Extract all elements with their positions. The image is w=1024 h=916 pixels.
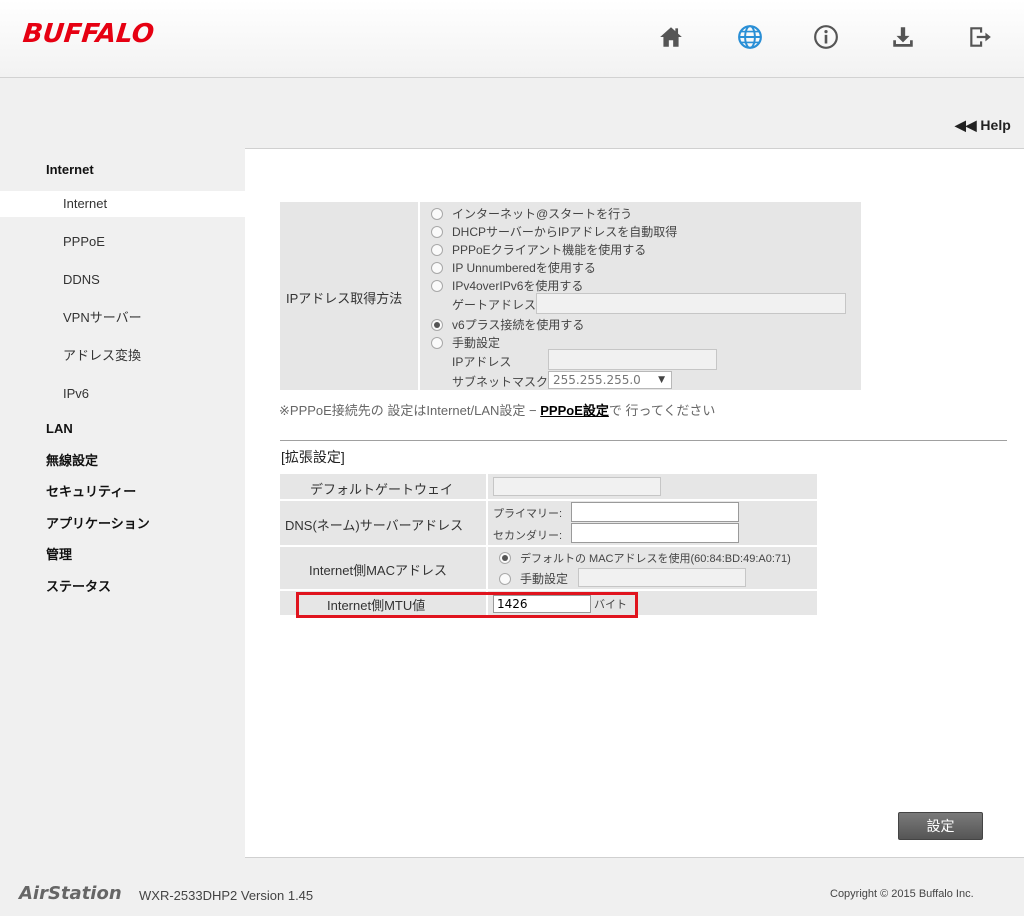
mac-manual-input[interactable] [578, 568, 746, 587]
ip-option-ipv4overipv6[interactable]: IPv4overIPv6を使用する [431, 277, 583, 294]
radio-button[interactable] [431, 336, 443, 349]
pppoe-note: ※PPPoE接続先の 設定はInternet/LAN設定 − PPPoE設定で … [279, 403, 716, 418]
sidebar-category--[interactable]: セキュリティー [0, 479, 245, 505]
section-divider [280, 440, 1007, 441]
radio-button[interactable] [431, 243, 443, 256]
globe-icon[interactable] [733, 20, 767, 54]
sidebar-category--[interactable]: 無線設定 [0, 448, 245, 474]
sidebar-item-ipv6[interactable]: IPv6 [0, 381, 245, 407]
airstation-logo: AirStation [19, 883, 122, 904]
info-icon[interactable] [809, 20, 843, 54]
sidebar-item--[interactable]: アドレス変換 [0, 343, 245, 369]
home-icon[interactable] [654, 20, 688, 54]
chevron-down-icon: ▼ [658, 375, 665, 385]
ip-address-input[interactable] [548, 349, 717, 370]
radio-button[interactable] [499, 572, 511, 585]
mac-manual-option[interactable]: 手動設定 [499, 570, 568, 587]
model-version: WXR-2533DHP2 Version 1.45 [139, 888, 314, 903]
help-link[interactable]: ◀◀ Help [955, 117, 1011, 134]
ip-option-manual[interactable]: 手動設定 [431, 334, 500, 351]
sidebar-item-internet[interactable]: Internet [0, 191, 245, 217]
ip-address-label: IPアドレス [452, 355, 512, 369]
footer [0, 858, 1024, 916]
default-gateway-input[interactable] [493, 477, 661, 496]
mac-label: Internet側MACアドレス [309, 563, 447, 578]
sidebar-item-pppoe[interactable]: PPPoE [0, 229, 245, 255]
ip-option-dhcp[interactable]: DHCPサーバーからIPアドレスを自動取得 [431, 223, 677, 240]
primary-dns-label: プライマリー: [493, 508, 563, 520]
top-header: BUFFALO [0, 0, 1024, 78]
mac-default-option[interactable]: デフォルトの MACアドレスを使用(60:84:BD:49:A0:71) [499, 550, 791, 566]
gateway-address-label: ゲートアドレス [452, 298, 537, 312]
radio-button-selected[interactable] [499, 552, 511, 564]
ip-option-internet-start[interactable]: インターネット@スタートを行う [431, 205, 632, 222]
sidebar-item-vpn-[interactable]: VPNサーバー [0, 305, 245, 331]
primary-dns-input[interactable] [571, 502, 739, 522]
sidebar-category-lan[interactable]: LAN [0, 416, 245, 442]
sidebar-item-ddns[interactable]: DDNS [0, 267, 245, 293]
ip-option-unnumbered[interactable]: IP Unnumberedを使用する [431, 259, 596, 276]
copyright: Copyright © 2015 Buffalo Inc. [830, 888, 974, 900]
gateway-address-input[interactable] [536, 293, 846, 314]
submit-button[interactable]: 設定 [898, 812, 983, 840]
dns-label: DNS(ネーム)サーバーアドレス [285, 518, 464, 533]
extended-settings-title: [拡張設定] [281, 449, 345, 465]
radio-button-selected[interactable] [431, 318, 443, 331]
logout-icon[interactable] [963, 20, 997, 54]
pppoe-settings-link[interactable]: PPPoE設定 [540, 403, 609, 418]
sidebar-category--[interactable]: ステータス [0, 574, 245, 600]
ip-option-pppoe[interactable]: PPPoEクライアント機能を使用する [431, 241, 646, 258]
ip-option-v6plus[interactable]: v6プラス接続を使用する [431, 316, 584, 333]
default-gateway-label: デフォルトゲートウェイ [310, 482, 454, 497]
radio-button[interactable] [431, 279, 443, 292]
sidebar-category--[interactable]: 管理 [0, 542, 245, 568]
radio-button[interactable] [431, 261, 443, 274]
highlight-box [296, 592, 638, 618]
ip-method-label: IPアドレス取得方法 [286, 291, 403, 306]
subnet-mask-label: サブネットマスク [452, 375, 549, 389]
sidebar-category--[interactable]: アプリケーション [0, 511, 245, 537]
download-icon[interactable] [886, 20, 920, 54]
buffalo-logo: BUFFALO [21, 19, 156, 49]
subnet-mask-select[interactable]: 255.255.255.0 ▼ [548, 371, 672, 389]
sidebar-category-internet[interactable]: Internet [0, 157, 245, 183]
secondary-dns-input[interactable] [571, 523, 739, 543]
radio-button[interactable] [431, 207, 443, 220]
radio-button[interactable] [431, 225, 443, 238]
secondary-dns-label: セカンダリー: [493, 530, 563, 542]
